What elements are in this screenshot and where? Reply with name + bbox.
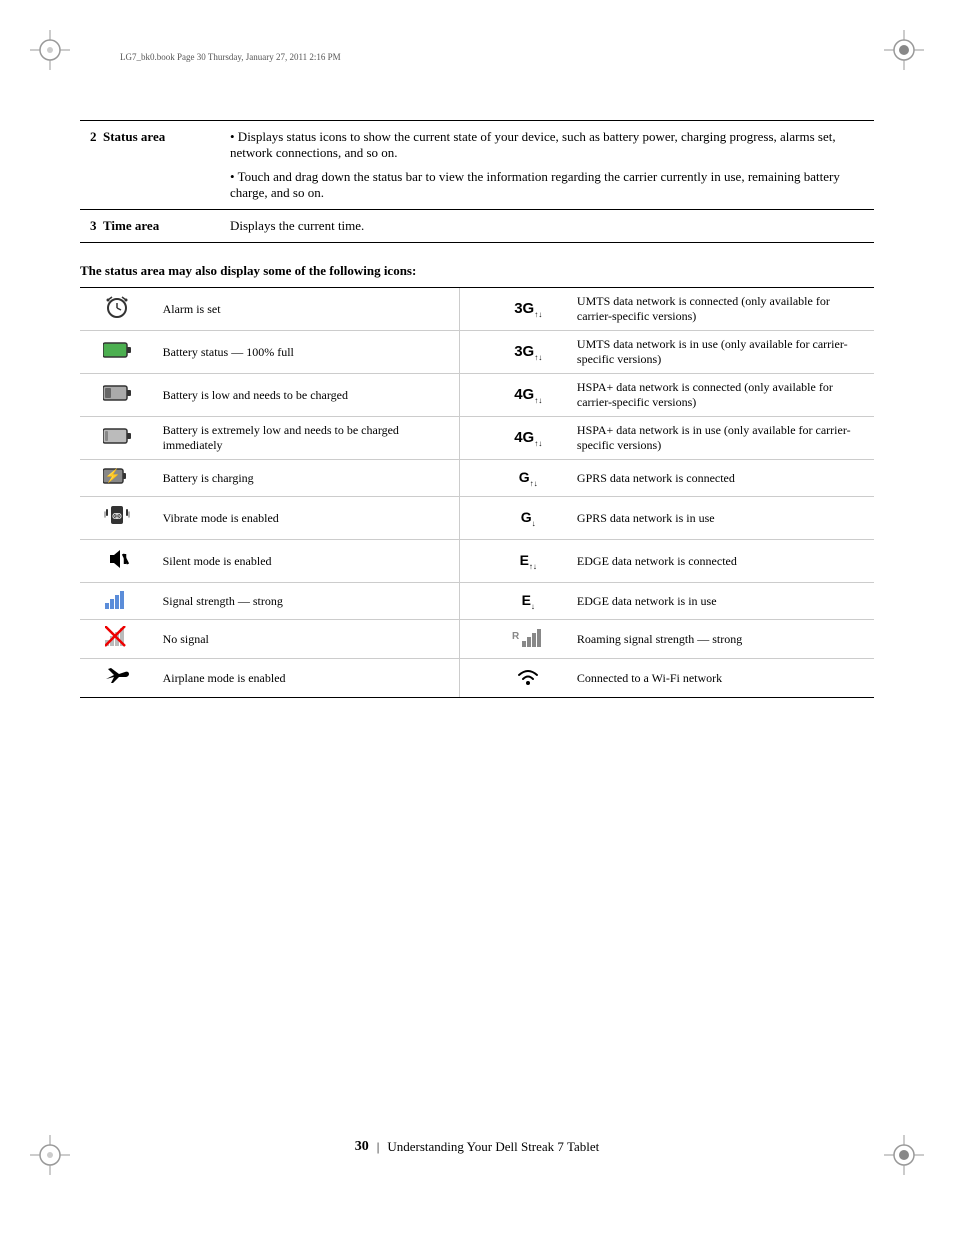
gprs-inuse-desc: GPRS data network is in use xyxy=(569,497,874,540)
footer-separator: | xyxy=(377,1139,380,1155)
corner-mark-tr xyxy=(884,30,924,70)
row-label-time: Time area xyxy=(103,218,159,233)
icon-4g-connected: 4G↑↓ xyxy=(488,374,569,417)
col-divider xyxy=(460,583,488,620)
col-divider xyxy=(460,417,488,460)
corner-mark-tl xyxy=(30,30,70,70)
col-divider xyxy=(460,460,488,497)
svg-text:R: R xyxy=(512,631,520,642)
status-desc-1: • Displays status icons to show the curr… xyxy=(230,129,864,161)
icon-wifi-connected xyxy=(488,659,569,698)
main-content: 2 Status area • Displays status icons to… xyxy=(80,120,874,698)
4g-connected-desc: HSPA+ data network is connected (only av… xyxy=(569,374,874,417)
svg-text:ↂ: ↂ xyxy=(112,512,122,521)
battery-charging-desc: Battery is charging xyxy=(155,460,460,497)
icon-edge-inuse: E↓ xyxy=(488,583,569,620)
icon-airplane xyxy=(80,659,155,698)
row-label-3: 3 Time area xyxy=(80,210,220,243)
info-table: 2 Status area • Displays status icons to… xyxy=(80,120,874,243)
icon-gprs-inuse: G↓ xyxy=(488,497,569,540)
airplane-desc: Airplane mode is enabled xyxy=(155,659,460,698)
battery-low-desc: Battery is low and needs to be charged xyxy=(155,374,460,417)
vibrate-desc: Vibrate mode is enabled xyxy=(155,497,460,540)
icon-no-signal xyxy=(80,620,155,659)
footer: 30 | Understanding Your Dell Streak 7 Ta… xyxy=(80,1139,874,1155)
3g-inuse-desc: UMTS data network is in use (only availa… xyxy=(569,331,874,374)
icon-battery-charging: ⚡ xyxy=(80,460,155,497)
row-desc-status: • Displays status icons to show the curr… xyxy=(220,121,874,210)
status-desc-2: • Touch and drag down the status bar to … xyxy=(230,169,864,201)
file-label: LG7_bk0.book Page 30 Thursday, January 2… xyxy=(120,52,341,62)
icon-vibrate: ↂ xyxy=(80,497,155,540)
table-row: 2 Status area • Displays status icons to… xyxy=(80,121,874,210)
edge-inuse-desc: EDGE data network is in use xyxy=(569,583,874,620)
col-divider xyxy=(460,374,488,417)
icon-4g-inuse: 4G↑↓ xyxy=(488,417,569,460)
icon-3g-inuse: 3G↑↓ xyxy=(488,331,569,374)
table-row: Battery is low and needs to be charged 4… xyxy=(80,374,874,417)
icon-roaming-strong: R xyxy=(488,620,569,659)
table-row: 3 Time area Displays the current time. xyxy=(80,210,874,243)
4g-inuse-desc: HSPA+ data network is in use (only avail… xyxy=(569,417,874,460)
row-desc-time: Displays the current time. xyxy=(220,210,874,243)
svg-text:⚡: ⚡ xyxy=(105,468,121,484)
icon-silent xyxy=(80,540,155,583)
corner-mark-bl xyxy=(30,1135,70,1175)
col-divider xyxy=(460,497,488,540)
wifi-connected-desc: Connected to a Wi-Fi network xyxy=(569,659,874,698)
roaming-strong-desc: Roaming signal strength — strong xyxy=(569,620,874,659)
icon-edge-connected: E↑↓ xyxy=(488,540,569,583)
table-row: Alarm is set 3G↑↓ UMTS data network is c… xyxy=(80,288,874,331)
table-row: ⚡ Battery is charging G↑↓ GPRS data netw… xyxy=(80,460,874,497)
col-divider xyxy=(460,620,488,659)
page: LG7_bk0.book Page 30 Thursday, January 2… xyxy=(0,0,954,1235)
table-row: Battery status — 100% full 3G↑↓ UMTS dat… xyxy=(80,331,874,374)
row-label-status: Status area xyxy=(103,129,165,144)
row-number-2: 2 xyxy=(90,129,97,144)
table-row: No signal R Roaming signal strength — st… xyxy=(80,620,874,659)
no-signal-desc: No signal xyxy=(155,620,460,659)
icons-table: Alarm is set 3G↑↓ UMTS data network is c… xyxy=(80,287,874,698)
table-row: Airplane mode is enabled Connected to a … xyxy=(80,659,874,698)
icon-battery-vlow xyxy=(80,417,155,460)
3g-connected-desc: UMTS data network is connected (only ava… xyxy=(569,288,874,331)
table-row: Signal strength — strong E↓ EDGE data ne… xyxy=(80,583,874,620)
edge-connected-desc: EDGE data network is connected xyxy=(569,540,874,583)
col-divider xyxy=(460,540,488,583)
corner-mark-br xyxy=(884,1135,924,1175)
icon-battery-full xyxy=(80,331,155,374)
col-divider xyxy=(460,331,488,374)
col-divider xyxy=(460,288,488,331)
page-number: 30 xyxy=(355,1139,369,1155)
row-number-3: 3 xyxy=(90,218,97,233)
icon-3g-connected: 3G↑↓ xyxy=(488,288,569,331)
table-row: Silent mode is enabled E↑↓ EDGE data net… xyxy=(80,540,874,583)
signal-strong-desc: Signal strength — strong xyxy=(155,583,460,620)
icon-gprs-connected: G↑↓ xyxy=(488,460,569,497)
icon-battery-low xyxy=(80,374,155,417)
icon-signal-strong xyxy=(80,583,155,620)
gprs-connected-desc: GPRS data network is connected xyxy=(569,460,874,497)
battery-full-desc: Battery status — 100% full xyxy=(155,331,460,374)
table-row: Battery is extremely low and needs to be… xyxy=(80,417,874,460)
battery-vlow-desc: Battery is extremely low and needs to be… xyxy=(155,417,460,460)
table-row: ↂ Vibrate mode is enabled G↓ GPRS data n… xyxy=(80,497,874,540)
section-heading: The status area may also display some of… xyxy=(80,263,874,279)
silent-desc: Silent mode is enabled xyxy=(155,540,460,583)
alarm-desc: Alarm is set xyxy=(155,288,460,331)
icon-alarm xyxy=(80,288,155,331)
col-divider xyxy=(460,659,488,698)
footer-text: Understanding Your Dell Streak 7 Tablet xyxy=(387,1139,599,1155)
row-label-2: 2 Status area xyxy=(80,121,220,210)
